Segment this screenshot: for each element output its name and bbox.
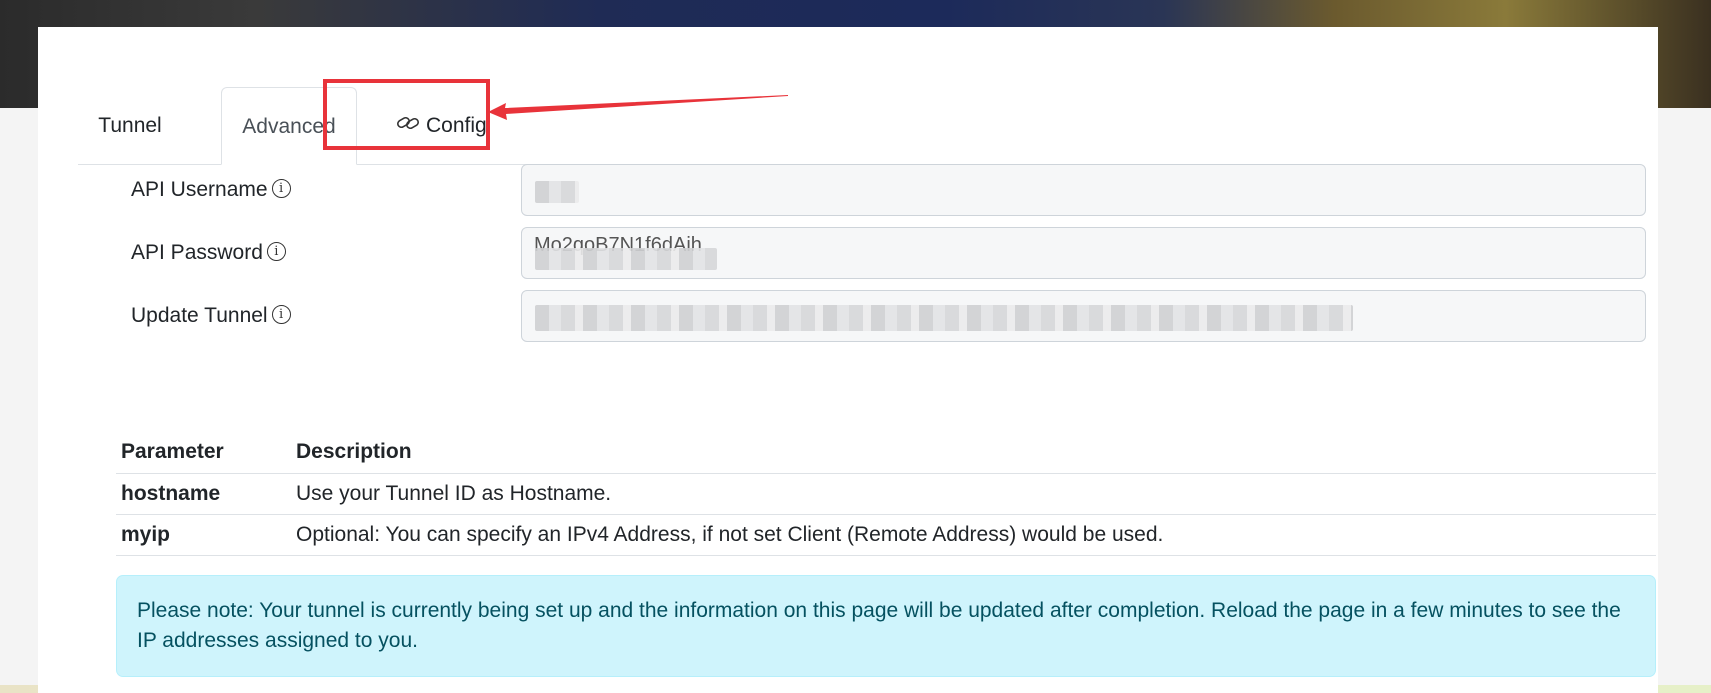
column-header-parameter: Parameter xyxy=(116,431,291,474)
tab-bar: Tunnel Advanced Config xyxy=(78,87,1618,165)
api-username-label: API Username i xyxy=(131,164,291,216)
info-alert: Please note: Your tunnel is currently be… xyxy=(116,575,1656,677)
table-row: myip Optional: You can specify an IPv4 A… xyxy=(116,514,1656,556)
highlight-box xyxy=(323,79,490,150)
api-password-label: API Password i xyxy=(131,227,286,279)
api-password-label-text: API Password xyxy=(131,241,263,264)
main-card: Tunnel Advanced Config API Username i API… xyxy=(38,27,1658,693)
info-icon[interactable]: i xyxy=(266,241,286,261)
table-row: hostname Use your Tunnel ID as Hostname. xyxy=(116,473,1656,515)
parameter-table: Parameter Description hostname Use your … xyxy=(116,431,1656,556)
param-description: Optional: You can specify an IPv4 Addres… xyxy=(291,514,1656,556)
update-tunnel-label-text: Update Tunnel xyxy=(131,304,268,327)
column-header-description: Description xyxy=(291,431,1656,474)
annotation-arrow xyxy=(488,95,788,120)
info-icon[interactable]: i xyxy=(271,178,291,198)
api-username-label-text: API Username xyxy=(131,178,268,201)
api-username-row: API Username i xyxy=(131,164,1646,216)
tab-tunnel-label: Tunnel xyxy=(98,114,162,137)
tab-tunnel[interactable]: Tunnel xyxy=(78,87,182,164)
api-password-field[interactable]: Mo2qoB7N1f6dAih xyxy=(521,227,1646,279)
param-description: Use your Tunnel ID as Hostname. xyxy=(291,473,1656,515)
info-icon[interactable]: i xyxy=(271,304,291,324)
info-alert-text: Please note: Your tunnel is currently be… xyxy=(137,599,1621,652)
param-name: myip xyxy=(116,514,291,556)
redacted-mask xyxy=(535,181,579,203)
update-tunnel-row: Update Tunnel i xyxy=(131,290,1646,342)
update-tunnel-field[interactable] xyxy=(521,290,1646,342)
api-username-field[interactable] xyxy=(521,164,1646,216)
param-name: hostname xyxy=(116,473,291,515)
update-tunnel-label: Update Tunnel i xyxy=(131,290,291,342)
redacted-mask xyxy=(535,248,717,270)
table-header-row: Parameter Description xyxy=(116,431,1656,474)
api-password-row: API Password i Mo2qoB7N1f6dAih xyxy=(131,227,1646,279)
redacted-mask xyxy=(535,305,1353,331)
tab-advanced-label: Advanced xyxy=(242,115,336,138)
